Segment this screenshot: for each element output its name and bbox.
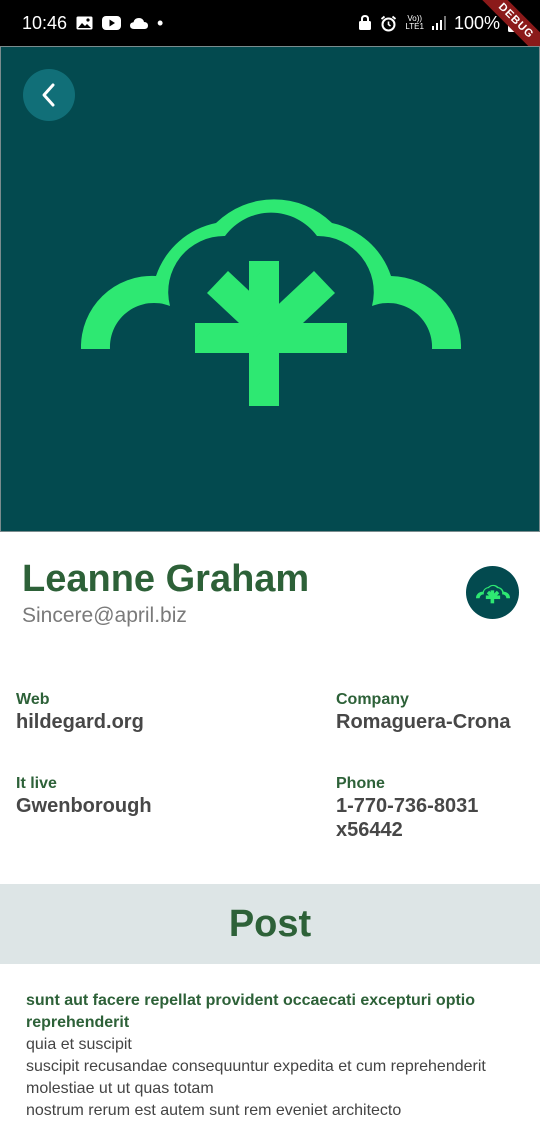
- tree-cloud-logo-icon: [475, 584, 510, 603]
- profile-header: Leanne Graham Sincere@april.biz: [22, 556, 309, 628]
- signal-icon: [431, 16, 446, 30]
- phone-value[interactable]: 1-770-736-8031 x56442: [336, 794, 516, 842]
- youtube-icon: [102, 16, 122, 30]
- list-item[interactable]: sunt aut facere repellat provident occae…: [26, 990, 516, 1122]
- battery-percent: 100%: [453, 12, 500, 33]
- chevron-left-icon: [42, 83, 55, 107]
- user-name: Leanne Graham: [22, 558, 310, 600]
- status-time: 10:46: [22, 12, 68, 33]
- tree-cloud-logo-icon: [81, 199, 461, 406]
- company-value: Romaguera-Crona: [336, 711, 511, 733]
- avatar: [466, 566, 519, 619]
- user-email[interactable]: Sincere@april.biz: [22, 604, 309, 628]
- cloud-icon: [130, 17, 149, 29]
- phone-label: Phone: [336, 775, 385, 792]
- hero-banner: [0, 46, 540, 532]
- back-button[interactable]: [23, 69, 75, 121]
- city-value: Gwenborough: [16, 795, 152, 817]
- web-value[interactable]: hildegard.org: [16, 710, 144, 734]
- status-bar: 10:46 • Vo)) LTE1 100% DEBUG: [0, 0, 540, 63]
- post-body: quia et suscipit suscipit recusandae con…: [26, 1036, 486, 1119]
- web-label: Web: [16, 691, 50, 708]
- phone-info: Phone 1-770-736-8031 x56442: [336, 774, 516, 842]
- notification-dot: •: [157, 12, 164, 33]
- lte-label: LTE1: [405, 22, 424, 31]
- city-info: It live Gwenborough: [16, 774, 152, 818]
- city-label: It live: [16, 775, 57, 792]
- web-info: Web hildegard.org: [16, 690, 144, 734]
- company-label: Company: [336, 691, 409, 708]
- post-section-header: Post: [0, 884, 540, 964]
- alarm-icon: [380, 15, 397, 32]
- company-info: Company Romaguera-Crona: [336, 690, 510, 734]
- alarm-lock-icon: [358, 15, 372, 31]
- volte-indicator: Vo)) LTE1: [405, 15, 424, 31]
- post-header-title: Post: [228, 902, 312, 945]
- post-title: sunt aut facere repellat provident occae…: [26, 992, 476, 1031]
- gallery-icon: [76, 16, 93, 30]
